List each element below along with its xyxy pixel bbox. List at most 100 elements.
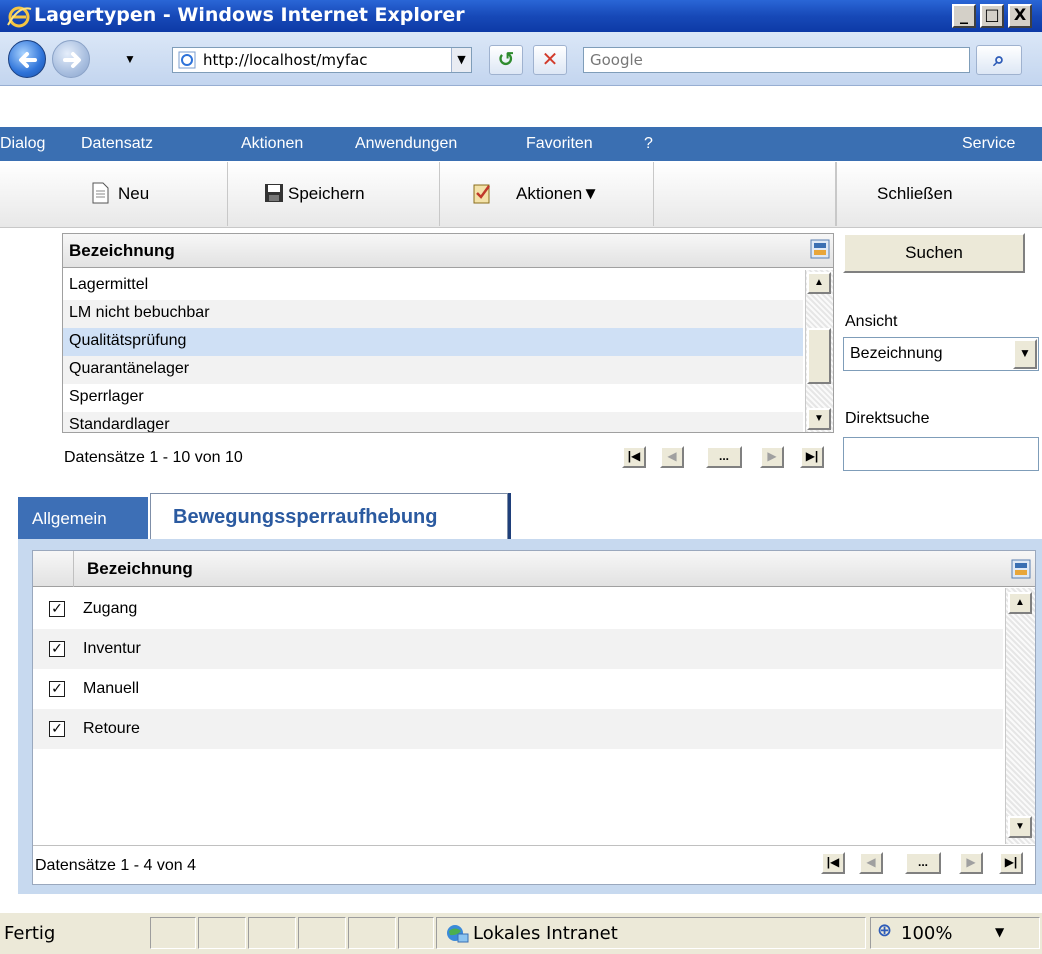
list-item-selected[interactable]: Qualitätsprüfung <box>63 328 803 356</box>
lagertypen-grid: Bezeichnung Lagermittel LM nicht bebuchb… <box>62 233 834 433</box>
direct-search-label: Direktsuche <box>845 410 930 427</box>
status-cell <box>150 917 196 949</box>
pager-more-button[interactable]: ... <box>905 852 941 874</box>
close-label: Schließen <box>877 184 953 203</box>
grid-header: Bezeichnung <box>63 234 833 268</box>
direct-search-input[interactable] <box>843 437 1039 471</box>
footer-divider <box>33 845 1035 846</box>
table-row[interactable]: ✓ Retoure <box>33 709 1003 749</box>
menu-anwendungen[interactable]: Anwendungen <box>355 135 457 153</box>
refresh-button[interactable]: ↺ <box>489 45 523 75</box>
tab-allgemein[interactable]: Allgemein <box>18 497 148 541</box>
app-menu-bar: Dialog Datensatz Aktionen Anwendungen Fa… <box>0 127 1042 161</box>
search-input[interactable]: Google <box>583 47 970 73</box>
new-label: Neu <box>118 184 150 203</box>
search-button-suchen[interactable]: Suchen <box>843 233 1025 273</box>
status-text: Fertig <box>4 923 56 944</box>
detail-record-count: Datensätze 1 - 4 von 4 <box>35 857 196 874</box>
forward-arrow-icon <box>63 52 81 68</box>
clipboard-icon <box>473 184 491 204</box>
status-cell <box>398 917 434 949</box>
url-text: http://localhost/myfac <box>203 51 368 69</box>
save-disk-icon <box>265 184 283 202</box>
list-item-label: LM nicht bebuchbar <box>69 304 210 321</box>
list-item-label: Qualitätsprüfung <box>69 332 187 349</box>
menu-favoriten[interactable]: Favoriten <box>526 135 593 153</box>
row-label: Zugang <box>83 600 138 617</box>
pager-more-button[interactable]: ... <box>706 446 742 468</box>
new-button[interactable]: Neu <box>0 162 228 226</box>
chevron-down-icon[interactable]: ▼ <box>1013 339 1037 369</box>
pager-next-button[interactable]: ▶ <box>959 852 983 874</box>
menu-help[interactable]: ? <box>644 135 653 153</box>
zoom-icon: ⊕ <box>877 920 893 941</box>
tab-bewegungssperraufhebung[interactable]: Bewegungssperraufhebung <box>150 493 508 541</box>
detail-grid-header: Bezeichnung <box>33 551 1035 587</box>
toolbar-spacer <box>654 162 836 226</box>
scroll-up-icon[interactable]: ▲ <box>807 272 831 294</box>
table-row[interactable]: ✓ Inventur <box>33 629 1003 669</box>
pager-first-button[interactable]: |◀ <box>622 446 646 468</box>
pager-first-button[interactable]: |◀ <box>821 852 845 874</box>
menu-aktionen[interactable]: Aktionen <box>241 135 303 153</box>
table-row[interactable]: ✓ Manuell <box>33 669 1003 709</box>
zone-text: Lokales Intranet <box>473 923 618 944</box>
list-item[interactable]: LM nicht bebuchbar <box>63 300 803 328</box>
list-item[interactable]: Lagermittel <box>63 272 803 300</box>
checkbox-checked[interactable]: ✓ <box>49 721 65 737</box>
forward-button[interactable] <box>52 40 90 78</box>
pager-last-button[interactable]: ▶| <box>999 852 1023 874</box>
menu-dialog[interactable]: Dialog <box>0 135 45 153</box>
scroll-thumb[interactable] <box>807 328 831 384</box>
actions-button[interactable]: Aktionen▼ <box>440 162 654 226</box>
list-item-label: Standardlager <box>69 416 170 432</box>
checkbox-checked[interactable]: ✓ <box>49 681 65 697</box>
column-chooser-icon[interactable] <box>1011 559 1031 579</box>
column-chooser-icon[interactable] <box>810 239 830 259</box>
pager-last-button[interactable]: ▶| <box>800 446 824 468</box>
table-row[interactable]: ✓ Zugang <box>33 589 1003 629</box>
list-scrollbar[interactable]: ▲ ▼ <box>805 270 833 432</box>
stop-button[interactable]: ✕ <box>533 45 567 75</box>
save-button[interactable]: Speichern <box>228 162 440 226</box>
search-button[interactable]: ⌕ <box>976 45 1022 75</box>
close-window-button[interactable]: X <box>1008 4 1032 28</box>
list-item[interactable]: Sperrlager <box>63 384 803 412</box>
detail-grid: Bezeichnung ✓ Zugang ✓ Inventur ✓ Manuel… <box>32 550 1036 885</box>
menu-service[interactable]: Service <box>962 135 1015 153</box>
grid-header-label: Bezeichnung <box>69 241 175 260</box>
status-bar: Fertig Lokales Intranet ⊕ 100% ▼ <box>0 912 1042 954</box>
zoom-level: 100% <box>901 923 953 944</box>
history-dropdown-icon[interactable]: ▼ <box>124 52 136 66</box>
list-item[interactable]: Standardlager <box>63 412 803 432</box>
checkbox-checked[interactable]: ✓ <box>49 601 65 617</box>
back-button[interactable] <box>8 40 46 78</box>
url-field[interactable]: http://localhost/myfac ▼ <box>172 47 472 73</box>
minimize-button[interactable]: _ <box>952 4 976 28</box>
pager-prev-button[interactable]: ◀ <box>660 446 684 468</box>
maximize-button[interactable]: □ <box>980 4 1004 28</box>
pager-prev-button[interactable]: ◀ <box>859 852 883 874</box>
toolbar: Neu Speichern Aktionen▼ Schließen <box>0 162 1042 228</box>
pager-next-button[interactable]: ▶ <box>760 446 784 468</box>
view-select[interactable]: Bezeichnung ▼ <box>843 337 1039 371</box>
detail-scrollbar[interactable]: ▲ ▼ <box>1005 588 1035 844</box>
view-label: Ansicht <box>845 313 898 330</box>
zoom-dropdown-icon[interactable]: ▼ <box>995 925 1004 939</box>
checkbox-checked[interactable]: ✓ <box>49 641 65 657</box>
list-item-label: Sperrlager <box>69 388 144 405</box>
list-item-label: Lagermittel <box>69 276 149 293</box>
close-button[interactable]: Schließen <box>836 162 1042 226</box>
window-title: Lagertypen - Windows Internet Explorer <box>34 4 465 26</box>
status-cell <box>248 917 296 949</box>
zoom-cell[interactable]: ⊕ 100% ▼ <box>870 917 1040 949</box>
title-bar: Lagertypen - Windows Internet Explorer _… <box>0 0 1042 32</box>
list-item[interactable]: Quarantänelager <box>63 356 803 384</box>
url-dropdown-icon[interactable]: ▼ <box>451 48 471 72</box>
scroll-up-icon[interactable]: ▲ <box>1008 592 1032 614</box>
page-icon <box>178 51 196 69</box>
scroll-down-icon[interactable]: ▼ <box>807 408 831 430</box>
actions-label: Aktionen▼ <box>516 184 599 203</box>
scroll-down-icon[interactable]: ▼ <box>1008 816 1032 838</box>
menu-datensatz[interactable]: Datensatz <box>81 135 153 153</box>
